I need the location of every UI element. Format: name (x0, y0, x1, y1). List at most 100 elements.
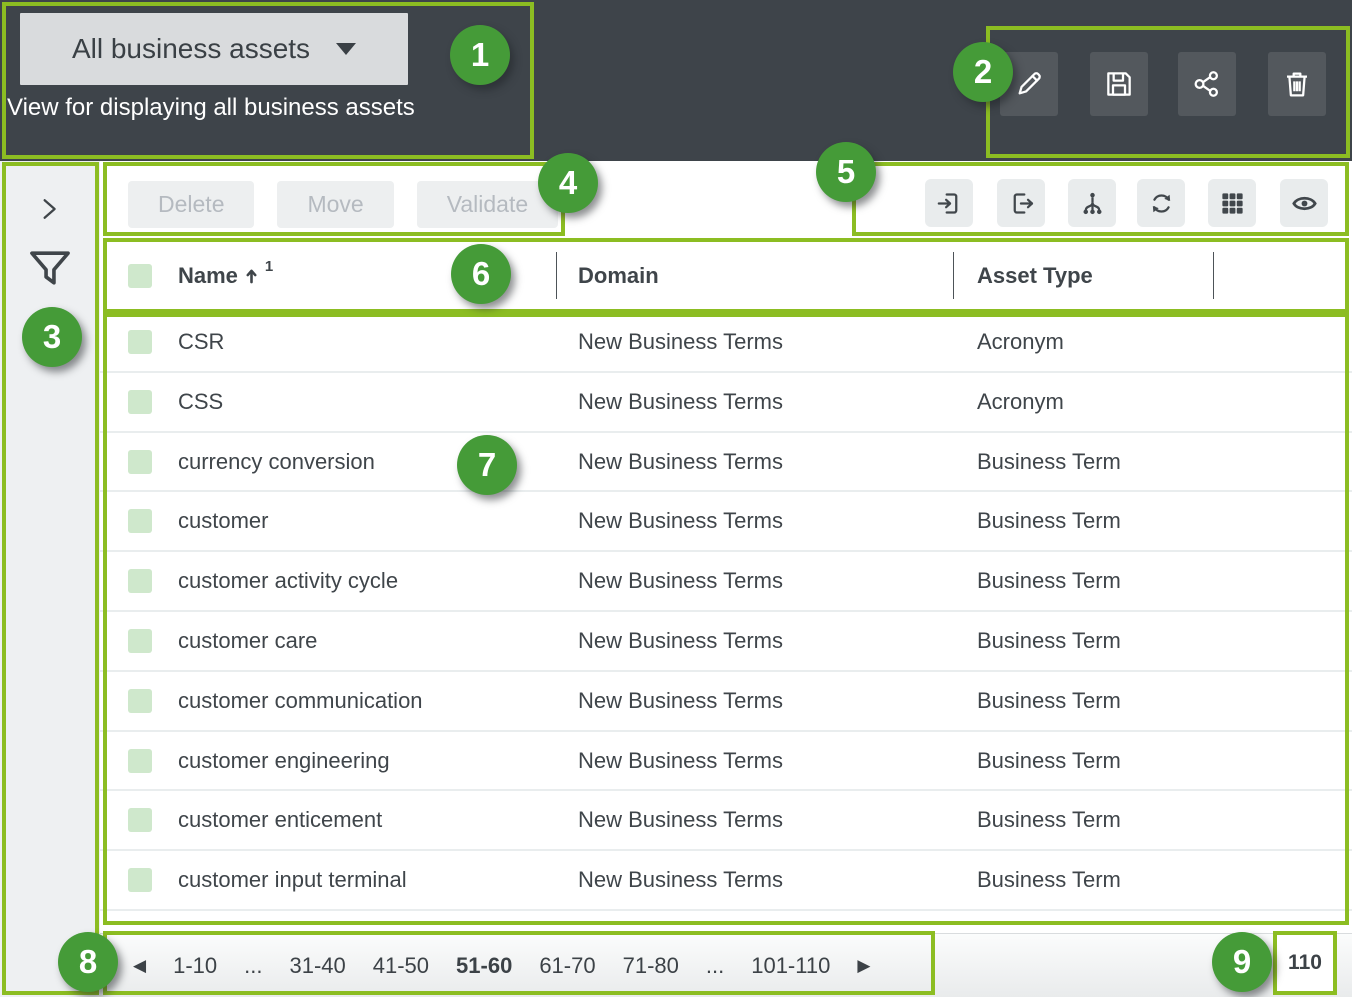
table-header-row: Name 1 Domain Asset Type (100, 238, 1352, 313)
sort-ascending-icon (245, 268, 258, 284)
validate-button[interactable]: Validate (417, 181, 558, 228)
row-checkbox[interactable] (128, 808, 152, 832)
asset-name[interactable]: customer enticement (178, 791, 382, 849)
filter-button[interactable] (27, 245, 73, 291)
asset-name[interactable]: currency conversion (178, 433, 375, 491)
pagination-controls: ◀ 1-10 ... 31-40 41-50 51-60 61-70 71-80… (133, 934, 870, 997)
page-range-link[interactable]: 61-70 (539, 953, 595, 979)
asset-type: Business Term (977, 612, 1121, 670)
trash-icon (1281, 68, 1313, 100)
export-icon (1008, 190, 1035, 217)
asset-domain: New Business Terms (578, 492, 783, 550)
row-checkbox[interactable] (128, 330, 152, 354)
asset-type: Business Term (977, 433, 1121, 491)
import-icon (936, 190, 963, 217)
tile-view-button[interactable] (1208, 179, 1256, 227)
page-range-link[interactable]: 101-110 (751, 953, 830, 979)
page-range-link[interactable]: 41-50 (373, 953, 429, 979)
view-description: View for displaying all business assets (7, 94, 415, 122)
previous-page-icon[interactable]: ◀ (133, 956, 146, 976)
import-button[interactable] (925, 179, 973, 227)
table-row[interactable]: customer engineering New Business Terms … (100, 732, 1352, 792)
column-header-domain[interactable]: Domain (578, 238, 659, 313)
view-selector-dropdown[interactable]: All business assets (20, 13, 408, 85)
asset-domain: New Business Terms (578, 433, 783, 491)
table-row[interactable]: CSS New Business Terms Acronym (100, 373, 1352, 433)
column-divider (953, 252, 954, 299)
delete-view-button[interactable] (1268, 52, 1326, 116)
asset-type: Acronym (977, 313, 1064, 371)
asset-name[interactable]: CSR (178, 313, 224, 371)
page-ellipsis: ... (706, 953, 724, 979)
collibra-asset-table-page: All business assets View for displaying … (0, 0, 1352, 997)
expand-sidebar-button[interactable] (34, 194, 64, 224)
asset-type: Business Term (977, 791, 1121, 849)
column-header-name[interactable]: Name 1 (178, 238, 273, 313)
column-name-label: Name (178, 263, 238, 289)
select-all-checkbox[interactable] (128, 264, 152, 288)
table-row[interactable]: customer care New Business Terms Busines… (100, 612, 1352, 672)
save-icon (1103, 68, 1135, 100)
asset-name[interactable]: CSS (178, 373, 223, 431)
column-divider (1213, 252, 1214, 299)
row-checkbox[interactable] (128, 749, 152, 773)
asset-name[interactable]: customer input terminal (178, 851, 407, 909)
asset-type: Business Term (977, 492, 1121, 550)
row-checkbox[interactable] (128, 509, 152, 533)
hierarchy-view-button[interactable] (1068, 179, 1116, 227)
table-toolbar: Delete Move Validate (100, 161, 1352, 238)
filter-funnel-icon (27, 245, 73, 291)
refresh-button[interactable] (1137, 179, 1185, 227)
export-button[interactable] (997, 179, 1045, 227)
row-checkbox[interactable] (128, 689, 152, 713)
asset-domain: New Business Terms (578, 732, 783, 790)
pencil-icon (1013, 68, 1045, 100)
table-row[interactable]: customer input terminal New Business Ter… (100, 851, 1352, 911)
asset-domain: New Business Terms (578, 373, 783, 431)
row-checkbox[interactable] (128, 868, 152, 892)
sort-order-number: 1 (265, 258, 273, 275)
save-view-button[interactable] (1090, 52, 1148, 116)
asset-domain: New Business Terms (578, 552, 783, 610)
row-checkbox[interactable] (128, 629, 152, 653)
column-divider (556, 252, 557, 299)
page-range-link[interactable]: 71-80 (623, 953, 679, 979)
refresh-icon (1148, 190, 1175, 217)
asset-name[interactable]: customer care (178, 612, 317, 670)
total-results-count: 110 (1273, 931, 1337, 995)
next-page-icon[interactable]: ▶ (857, 956, 870, 976)
bulk-action-buttons: Delete Move Validate (128, 181, 558, 228)
page-range-current[interactable]: 51-60 (456, 953, 512, 979)
asset-type: Business Term (977, 672, 1121, 730)
page-range-link[interactable]: 31-40 (289, 953, 345, 979)
row-checkbox[interactable] (128, 390, 152, 414)
row-checkbox[interactable] (128, 450, 152, 474)
table-row[interactable]: customer enticement New Business Terms B… (100, 791, 1352, 851)
chevron-right-icon (34, 194, 64, 224)
top-header-bar: All business assets View for displaying … (0, 0, 1352, 161)
edit-view-button[interactable] (1000, 52, 1058, 116)
move-button[interactable]: Move (277, 181, 393, 228)
column-header-asset-type[interactable]: Asset Type (977, 238, 1093, 313)
preview-button[interactable] (1280, 179, 1328, 227)
page-ellipsis: ... (244, 953, 262, 979)
page-range-link[interactable]: 1-10 (173, 953, 217, 979)
asset-name[interactable]: customer engineering (178, 732, 390, 790)
row-checkbox[interactable] (128, 569, 152, 593)
table-row[interactable]: customer communication New Business Term… (100, 672, 1352, 732)
table-row[interactable]: customer activity cycle New Business Ter… (100, 552, 1352, 612)
asset-type: Acronym (977, 373, 1064, 431)
asset-domain: New Business Terms (578, 672, 783, 730)
share-view-button[interactable] (1178, 52, 1236, 116)
share-icon (1191, 68, 1223, 100)
table-row[interactable]: CSR New Business Terms Acronym (100, 313, 1352, 373)
asset-name[interactable]: customer activity cycle (178, 552, 398, 610)
delete-button[interactable]: Delete (128, 181, 254, 228)
asset-domain: New Business Terms (578, 313, 783, 371)
asset-name[interactable]: customer communication (178, 672, 423, 730)
table-row[interactable]: customer New Business Terms Business Ter… (100, 492, 1352, 552)
asset-type: Business Term (977, 552, 1121, 610)
hierarchy-icon (1079, 190, 1106, 217)
asset-name[interactable]: customer (178, 492, 268, 550)
table-row[interactable]: currency conversion New Business Terms B… (100, 433, 1352, 493)
